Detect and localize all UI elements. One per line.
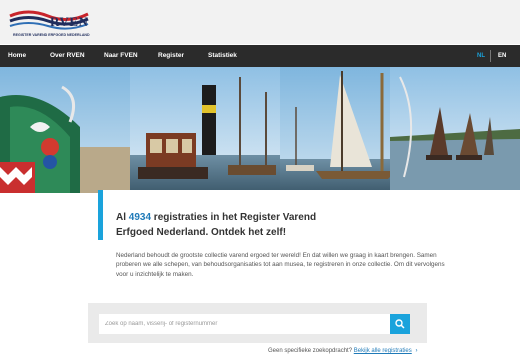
browse-all-link[interactable]: Bekijk alle registraties [354, 348, 412, 354]
language-en[interactable]: EN [498, 45, 506, 67]
headline-line1-rest: registraties in het Register Varend [151, 212, 317, 223]
registrations-count: 4934 [128, 212, 152, 223]
browse-all-line: Geen specifieke zoekopdracht? Bekijk all… [268, 348, 417, 354]
nav-item-naar-fven[interactable]: Naar FVEN [104, 45, 138, 67]
hero-panel-steam-tug [130, 67, 280, 193]
hero-panel-sailboats-lake [390, 67, 520, 193]
headline-prefix: Al [116, 212, 129, 223]
logo-subtitle: REGISTER VAREND ERFGOED NEDERLAND [13, 33, 90, 37]
nav-item-register[interactable]: Register [158, 45, 184, 67]
language-divider [490, 50, 491, 62]
search-icon [395, 319, 405, 329]
hero-collage [0, 67, 520, 193]
nav-item-statistiek[interactable]: Statistiek [208, 45, 237, 67]
search-input[interactable] [99, 314, 390, 334]
intro-headline: Al 4934 registraties in het Register Var… [116, 210, 416, 240]
top-bar: RVEN REGISTER VAREND ERFGOED NEDERLAND [0, 0, 520, 44]
chevron-right-icon[interactable]: › [415, 348, 417, 354]
hero-panel-painted-bow [0, 67, 130, 193]
main-navigation: Home Over RVEN Naar FVEN Register Statis… [0, 45, 520, 67]
intro-accent-bar [98, 190, 103, 240]
search-button[interactable] [390, 314, 410, 334]
logo-wordmark: RVEN [50, 14, 89, 29]
hero-panel-sailboat-harbor [280, 67, 396, 193]
nav-item-home[interactable]: Home [8, 45, 26, 67]
nav-item-over-rven[interactable]: Over RVEN [50, 45, 85, 67]
language-nl[interactable]: NL [477, 45, 485, 67]
intro-body-text: Nederland behoudt de grootste collectie … [116, 252, 445, 278]
browse-prompt: Geen specifieke zoekopdracht? [268, 348, 353, 354]
hero-collage-image [0, 67, 520, 193]
headline-line2: Erfgoed Nederland. Ontdek het zelf! [116, 227, 287, 238]
rven-logo[interactable]: RVEN REGISTER VAREND ERFGOED NEDERLAND [8, 6, 92, 40]
